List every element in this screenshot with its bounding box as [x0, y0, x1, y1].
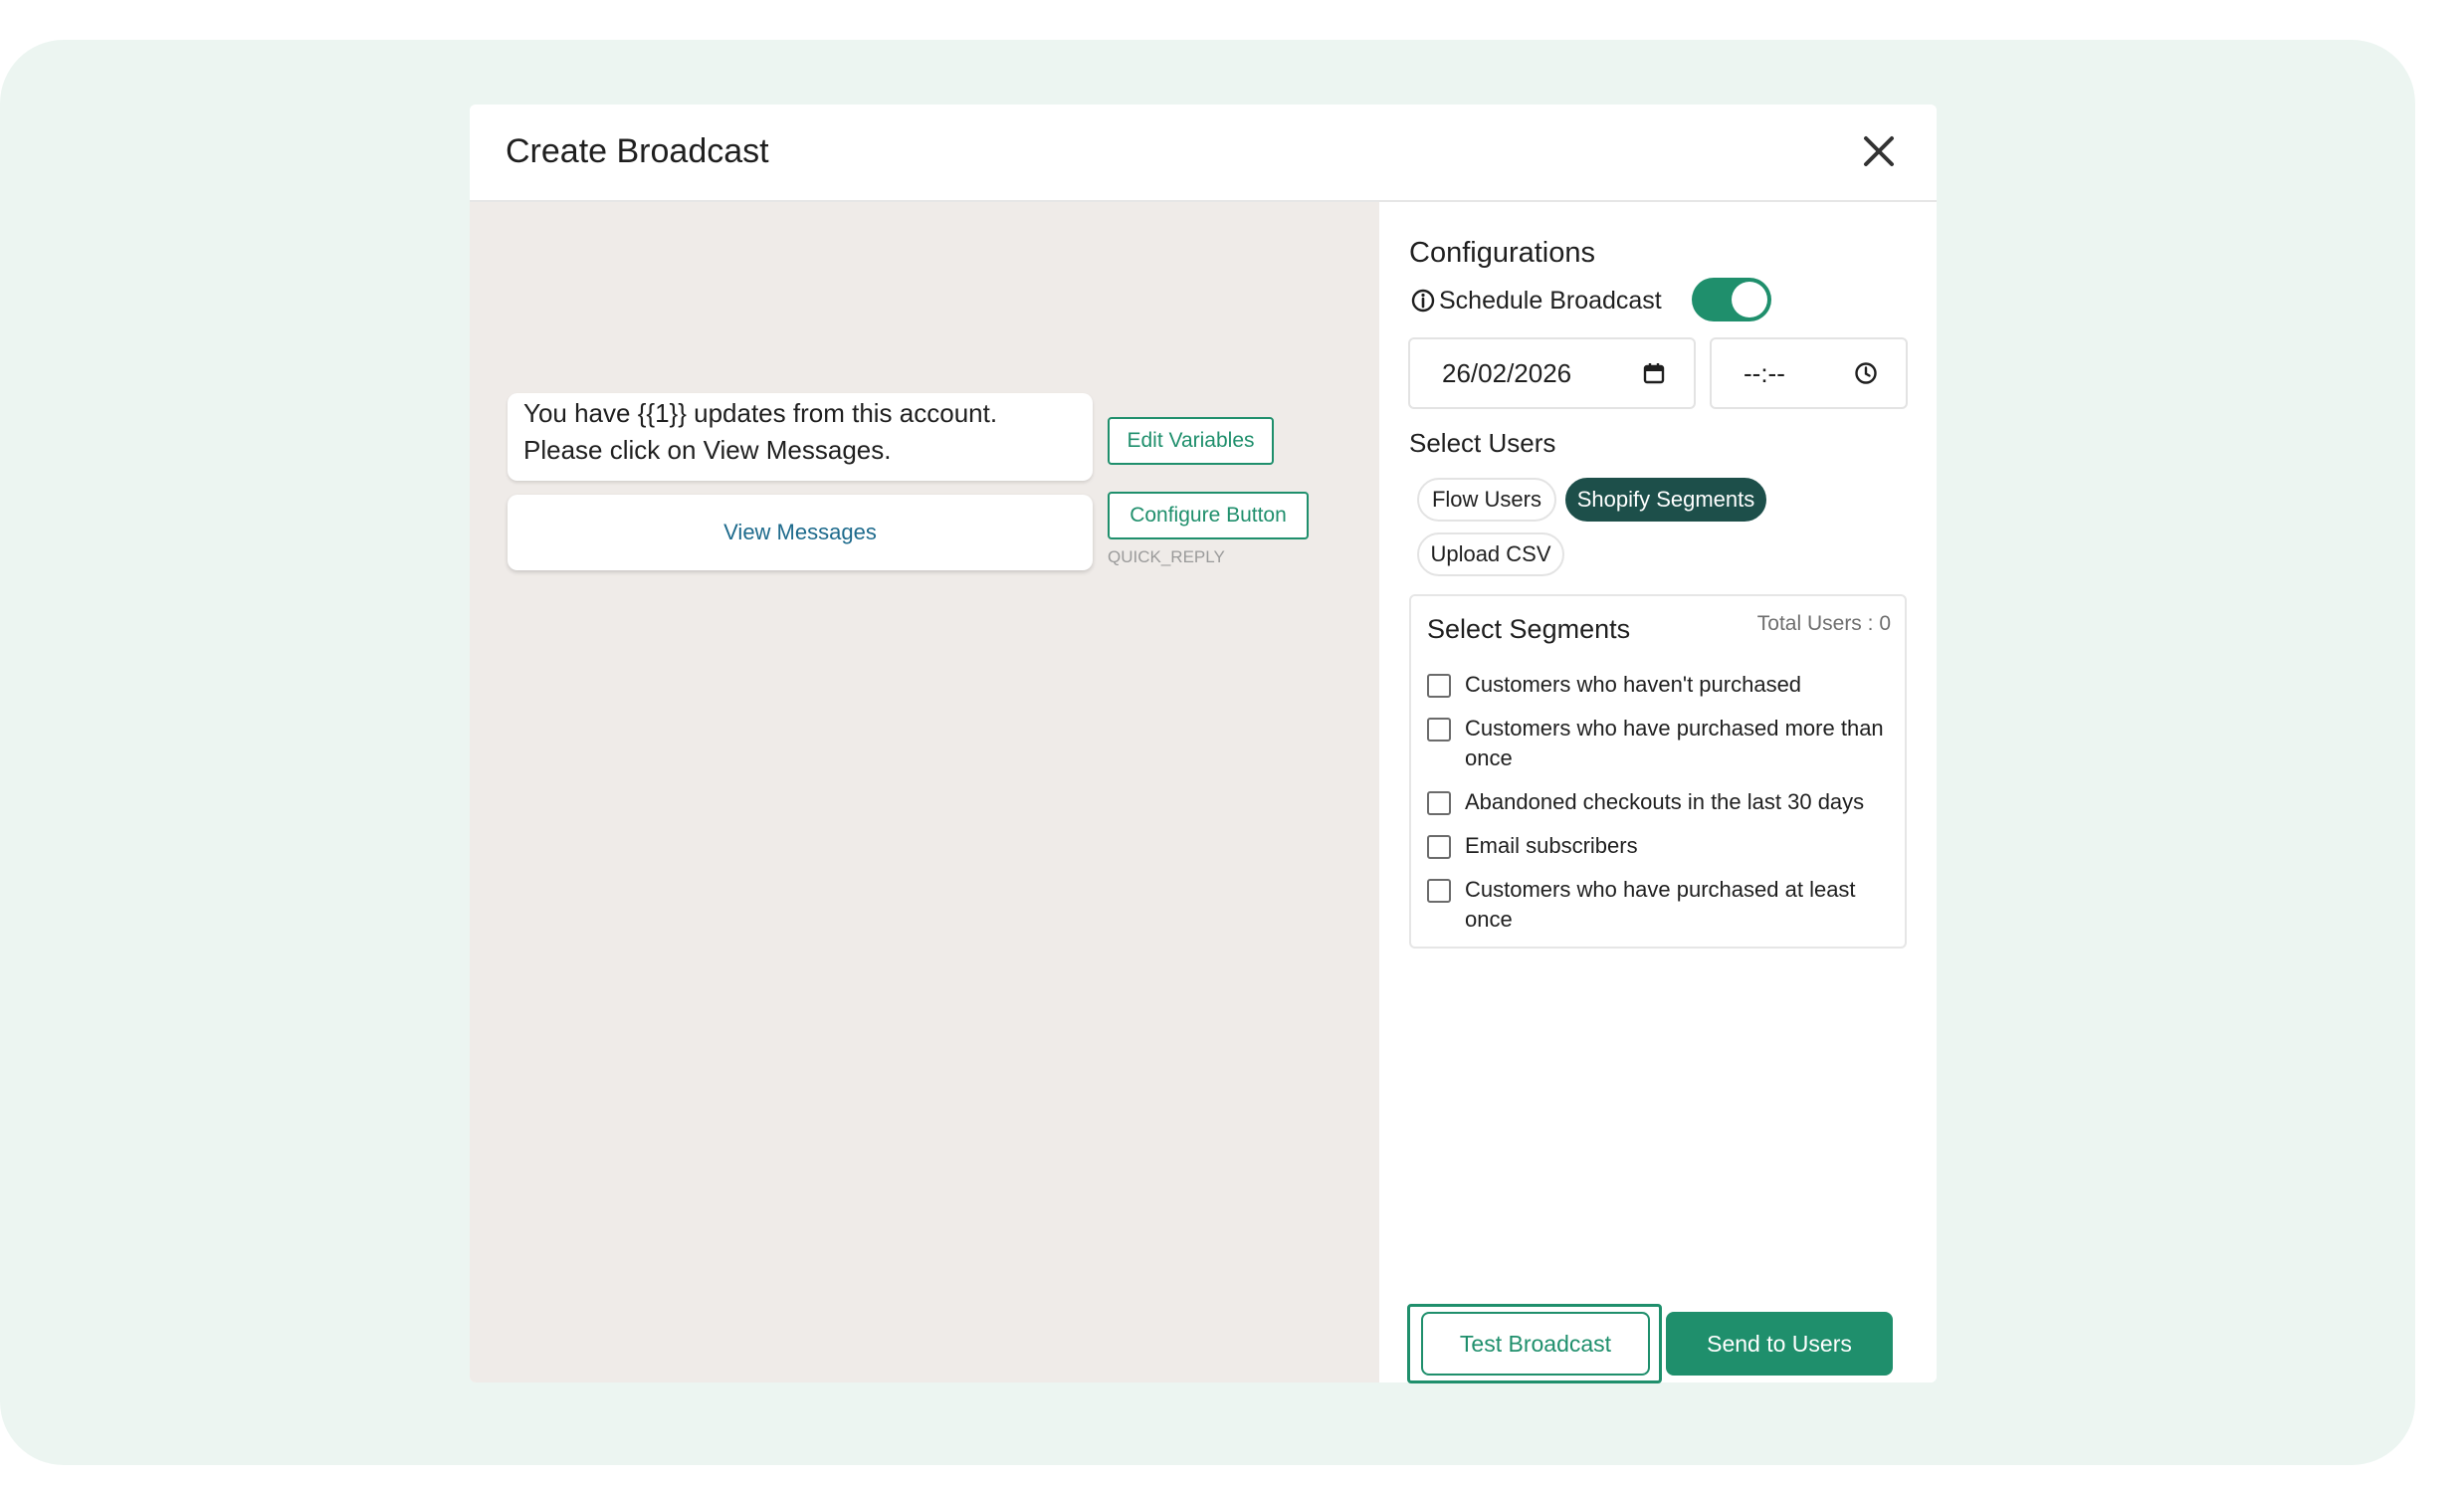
configure-button-button[interactable]: Configure Button: [1108, 492, 1309, 539]
test-broadcast-button[interactable]: Test Broadcast: [1421, 1312, 1650, 1376]
select-users-title: Select Users: [1409, 428, 1556, 458]
segment-option[interactable]: Abandoned checkouts in the last 30 days: [1427, 787, 1895, 817]
quick-reply-button-preview[interactable]: View Messages: [508, 495, 1093, 570]
segment-label: Email subscribers: [1465, 833, 1638, 858]
schedule-time-input[interactable]: --:--: [1710, 337, 1908, 409]
calendar-icon[interactable]: [1642, 361, 1666, 385]
select-segments-title: Select Segments: [1427, 614, 1631, 644]
schedule-broadcast-label: Schedule Broadcast: [1439, 286, 1662, 315]
button-type-label: QUICK_REPLY: [1108, 547, 1225, 566]
checkbox[interactable]: [1427, 879, 1451, 903]
schedule-broadcast-toggle[interactable]: [1692, 278, 1771, 321]
message-preview-panel: You have {{1}} updates from this account…: [470, 202, 1379, 1382]
segment-option[interactable]: Email subscribers: [1427, 831, 1895, 861]
clock-icon[interactable]: [1854, 361, 1878, 385]
segment-label: Abandoned checkouts in the last 30 days: [1465, 789, 1865, 814]
segment-label: Customers who have purchased at least on…: [1465, 877, 1856, 932]
segment-label: Customers who haven't purchased: [1465, 672, 1802, 697]
checkbox[interactable]: [1427, 835, 1451, 859]
total-users-count: Total Users : 0: [1756, 612, 1891, 635]
configurations-title: Configurations: [1409, 237, 1595, 269]
close-icon[interactable]: [1859, 131, 1899, 171]
message-bubble: You have {{1}} updates from this account…: [508, 393, 1093, 481]
chip-shopify-segments[interactable]: Shopify Segments: [1565, 478, 1766, 522]
segment-option[interactable]: Customers who haven't purchased: [1427, 670, 1895, 700]
chip-flow-users[interactable]: Flow Users: [1417, 478, 1556, 522]
segment-label: Customers who have purchased more than o…: [1465, 716, 1884, 770]
segment-option[interactable]: Customers who have purchased more than o…: [1427, 714, 1895, 773]
segment-option[interactable]: Customers who have purchased at least on…: [1427, 875, 1895, 935]
schedule-date-input[interactable]: 26/02/2026: [1408, 337, 1696, 409]
chip-upload-csv[interactable]: Upload CSV: [1417, 532, 1564, 576]
time-value: --:--: [1744, 357, 1785, 388]
edit-variables-button[interactable]: Edit Variables: [1108, 417, 1274, 465]
toggle-knob: [1732, 282, 1767, 318]
checkbox[interactable]: [1427, 674, 1451, 698]
info-icon: [1411, 289, 1435, 313]
checkbox[interactable]: [1427, 791, 1451, 815]
date-value: 26/02/2026: [1442, 357, 1572, 388]
modal-header: Create Broadcast: [470, 105, 1937, 202]
segments-panel: Select Segments Total Users : 0 Customer…: [1409, 594, 1907, 949]
checkbox[interactable]: [1427, 718, 1451, 742]
modal-title: Create Broadcast: [506, 132, 769, 170]
send-to-users-button[interactable]: Send to Users: [1666, 1312, 1893, 1376]
